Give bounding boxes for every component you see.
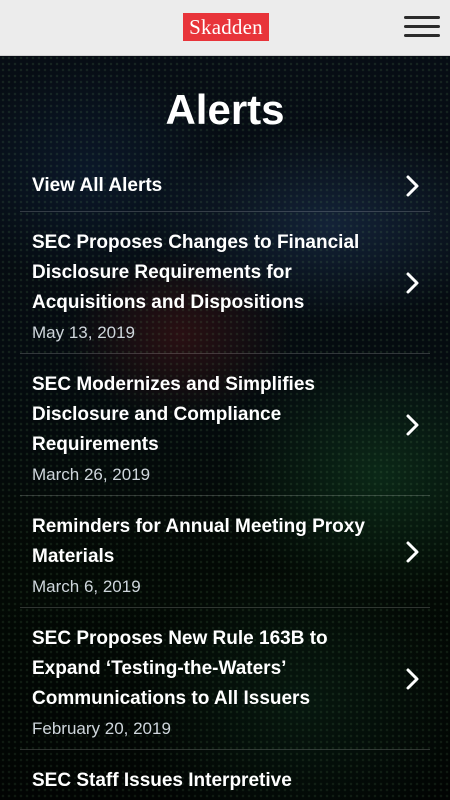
menu-bar <box>404 34 440 37</box>
alert-title: View All Alerts <box>32 175 163 196</box>
menu-bar <box>404 25 440 28</box>
alert-date: May 13, 2019 <box>32 323 136 342</box>
alert-list-item[interactable]: SEC Proposes Changes to Financial Disclo… <box>20 212 430 354</box>
alert-list-item[interactable]: SEC Modernizes and Simplifies Disclosure… <box>20 354 430 496</box>
view-all-alerts-link[interactable]: View All Alerts <box>20 160 430 212</box>
alert-date: February 20, 2019 <box>32 719 171 738</box>
alert-title: SEC Proposes New Rule 163B to Expand ‘Te… <box>32 628 328 709</box>
page-title: Alerts <box>165 86 285 133</box>
alert-date: March 6, 2019 <box>32 577 141 596</box>
alert-title: SEC Modernizes and Simplifies Disclosure… <box>32 374 315 455</box>
alert-title: SEC Proposes Changes to Financial Disclo… <box>32 232 360 313</box>
chevron-right-icon <box>406 414 419 435</box>
alert-list: View All Alerts SEC Proposes Changes to … <box>0 160 450 800</box>
alert-date: March 26, 2019 <box>32 465 151 484</box>
chevron-right-icon <box>406 272 419 293</box>
hamburger-menu-icon[interactable] <box>404 14 440 40</box>
alert-title: Reminders for Annual Meeting Proxy Mater… <box>32 516 365 567</box>
app-screen: Skadden Alerts View All Alerts SEC Propo… <box>0 0 450 800</box>
alert-title: SEC Staff Issues Interpretive <box>32 770 292 791</box>
chevron-right-icon <box>406 175 419 196</box>
skadden-logo[interactable]: Skadden <box>183 13 269 41</box>
chevron-right-icon <box>406 668 419 689</box>
alert-list-item[interactable]: Reminders for Annual Meeting Proxy Mater… <box>20 496 430 608</box>
alert-list-item[interactable]: SEC Staff Issues Interpretive <box>20 750 430 800</box>
app-header: Skadden <box>0 0 450 56</box>
alert-list-item[interactable]: SEC Proposes New Rule 163B to Expand ‘Te… <box>20 608 430 750</box>
menu-bar <box>404 16 440 19</box>
chevron-right-icon <box>406 541 419 562</box>
